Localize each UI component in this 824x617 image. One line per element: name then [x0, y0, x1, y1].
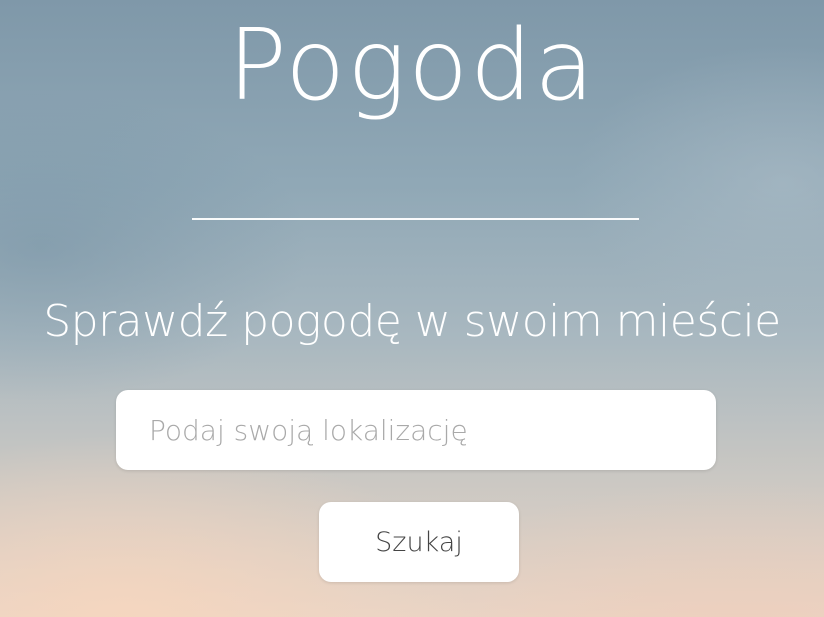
search-button[interactable]: Szukaj: [319, 502, 519, 582]
location-search-input[interactable]: [116, 390, 716, 470]
page-title: Pogoda: [227, 9, 597, 123]
title-divider: [192, 218, 639, 220]
page-subtitle: Sprawdź pogodę w swoim mieście: [43, 296, 781, 347]
